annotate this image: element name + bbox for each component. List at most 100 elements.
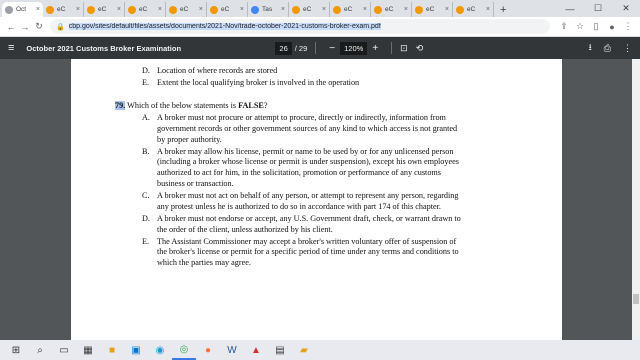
browser-tab[interactable]: eC × <box>166 2 207 17</box>
browser-tab[interactable]: eC × <box>43 2 84 17</box>
option-text-line: business or transaction. <box>157 179 234 188</box>
scrollbar[interactable] <box>632 59 640 340</box>
option-text-line: The Assistant Commissioner may accept a … <box>157 236 457 246</box>
browser-tab[interactable]: eC × <box>412 2 453 17</box>
store-icon[interactable]: ▣ <box>124 340 148 360</box>
option-text-line: any protest unless he is authorized to d… <box>157 201 441 211</box>
browser-tab[interactable]: eC × <box>453 2 494 17</box>
rotate-icon[interactable]: ⟲ <box>416 43 424 54</box>
fit-page-icon[interactable]: ⊡ <box>400 43 408 54</box>
menu-dots-icon[interactable]: ⋮ <box>620 21 636 32</box>
browser-tab[interactable]: eC × <box>84 2 125 17</box>
more-options-icon[interactable]: ⋮ <box>623 43 632 54</box>
maximize-icon[interactable]: ☐ <box>584 0 612 17</box>
firefox-icon[interactable]: ● <box>196 340 220 360</box>
close-tab-icon[interactable]: × <box>117 6 121 13</box>
pdf-toolbar: ≡ October 2021 Customs Broker Examinatio… <box>0 37 640 59</box>
browser-tab[interactable]: Oct × <box>2 2 43 17</box>
tab-favicon-icon <box>251 5 259 14</box>
tab-title: Oct <box>16 6 27 13</box>
word-icon[interactable]: W <box>220 340 244 360</box>
browser-tab[interactable]: eC × <box>207 2 248 17</box>
tab-title: Tas <box>262 6 273 13</box>
edge-icon[interactable]: ◉ <box>148 340 172 360</box>
tab-title: eC <box>221 6 230 13</box>
task-view-icon[interactable]: ▭ <box>52 340 76 360</box>
tab-favicon-icon <box>169 5 177 14</box>
browser-tab[interactable]: eC × <box>125 2 166 17</box>
zoom-in-button[interactable]: + <box>367 43 383 54</box>
divider <box>315 42 317 54</box>
zoom-level[interactable]: 120% <box>340 41 368 55</box>
browser-tab[interactable]: eC × <box>330 2 371 17</box>
tab-title: eC <box>426 6 435 13</box>
browser-tab[interactable]: eC × <box>371 2 412 17</box>
close-tab-icon[interactable]: × <box>76 6 80 13</box>
close-tab-icon[interactable]: × <box>404 6 408 13</box>
widgets-icon[interactable]: ▦ <box>76 340 100 360</box>
close-tab-icon[interactable]: × <box>199 6 203 13</box>
tab-strip: Oct × eC × eC × eC × eC × eC × Tas × eC × eC × eC × eC × eC × + —… <box>0 0 640 17</box>
print-icon[interactable]: ⎙ <box>604 43 611 54</box>
address-bar[interactable]: 🔒 cbp.gov/sites/default/files/assets/doc… <box>50 19 550 34</box>
browser-toolbar: ← → ↻ 🔒 cbp.gov/sites/default/files/asse… <box>0 17 640 37</box>
share-icon[interactable]: ⇪ <box>556 21 572 32</box>
option-text-line: authorized to act for him, in the solici… <box>157 168 441 178</box>
question-heading: 79. Which of the below statements is FAL… <box>115 101 268 112</box>
scrollbar-thumb[interactable] <box>633 294 639 304</box>
close-tab-icon[interactable]: × <box>363 6 367 13</box>
close-tab-icon[interactable]: × <box>158 6 162 13</box>
option-letter: D. <box>142 213 150 223</box>
option-text-line: (including a broker whose license or per… <box>157 157 459 167</box>
chrome-icon[interactable]: ◎ <box>172 340 196 360</box>
windows-start-icon[interactable]: ⊞ <box>4 340 28 360</box>
tab-favicon-icon <box>415 5 423 14</box>
search-icon[interactable]: ⌕ <box>28 340 52 360</box>
profile-icon[interactable]: ● <box>604 22 620 32</box>
divider <box>391 42 393 54</box>
close-tab-icon[interactable]: × <box>322 6 326 13</box>
pdf-title: October 2021 Customs Broker Examination <box>26 43 182 53</box>
tab-favicon-icon <box>87 5 95 14</box>
notepad-icon[interactable]: ▤ <box>268 340 292 360</box>
back-icon[interactable]: ← <box>4 22 18 32</box>
close-tab-icon[interactable]: × <box>240 6 244 13</box>
sidebar-icon[interactable]: ▯ <box>588 21 604 32</box>
option-letter: B. <box>142 146 150 156</box>
option-text-line: the order of the client, unless authoriz… <box>157 224 333 234</box>
tab-title: eC <box>467 6 476 13</box>
windows-taskbar: ⊞ ⌕ ▭ ▦ ■ ▣ ◉ ◎ ● W ▲ ▤ ▰ <box>0 340 640 360</box>
tab-favicon-icon <box>210 5 218 14</box>
forward-icon[interactable]: → <box>18 22 32 32</box>
option-letter: C. <box>142 191 150 200</box>
new-tab-button[interactable]: + <box>494 2 512 17</box>
file-explorer-icon[interactable]: ■ <box>100 340 124 360</box>
tab-favicon-icon <box>128 5 136 14</box>
minimize-icon[interactable]: — <box>556 0 584 17</box>
star-icon[interactable]: ☆ <box>572 21 588 32</box>
explorer-icon[interactable]: ▰ <box>292 340 316 360</box>
option-text-line: A broker may allow his license, permit o… <box>157 146 454 156</box>
option-text-line: A broker must not endorse or accept, any… <box>157 213 461 223</box>
option-letter: E. <box>142 236 150 246</box>
tab-favicon-icon <box>5 5 13 14</box>
browser-tab[interactable]: eC × <box>289 2 330 17</box>
browser-tab[interactable]: Tas × <box>248 2 289 17</box>
option-text-line: which the parties may agree. <box>157 258 251 268</box>
close-window-icon[interactable]: ✕ <box>612 0 640 17</box>
prev-option-letter: E. <box>142 78 150 87</box>
zoom-out-button[interactable]: − <box>324 43 340 54</box>
download-icon[interactable]: ⭳ <box>589 40 592 56</box>
page-number-input[interactable]: 26 <box>275 41 292 55</box>
pdf-viewer: D. Location of where records are stored … <box>0 59 640 340</box>
option-letter: A. <box>142 113 150 122</box>
close-tab-icon[interactable]: × <box>281 6 285 13</box>
close-tab-icon[interactable]: × <box>36 6 40 13</box>
close-tab-icon[interactable]: × <box>486 6 490 13</box>
close-tab-icon[interactable]: × <box>445 6 449 13</box>
reload-icon[interactable]: ↻ <box>32 21 46 32</box>
url-text[interactable]: cbp.gov/sites/default/files/assets/docum… <box>68 23 381 30</box>
tab-title: eC <box>385 6 394 13</box>
acrobat-icon[interactable]: ▲ <box>244 340 268 360</box>
hamburger-menu-icon[interactable]: ≡ <box>8 42 14 54</box>
